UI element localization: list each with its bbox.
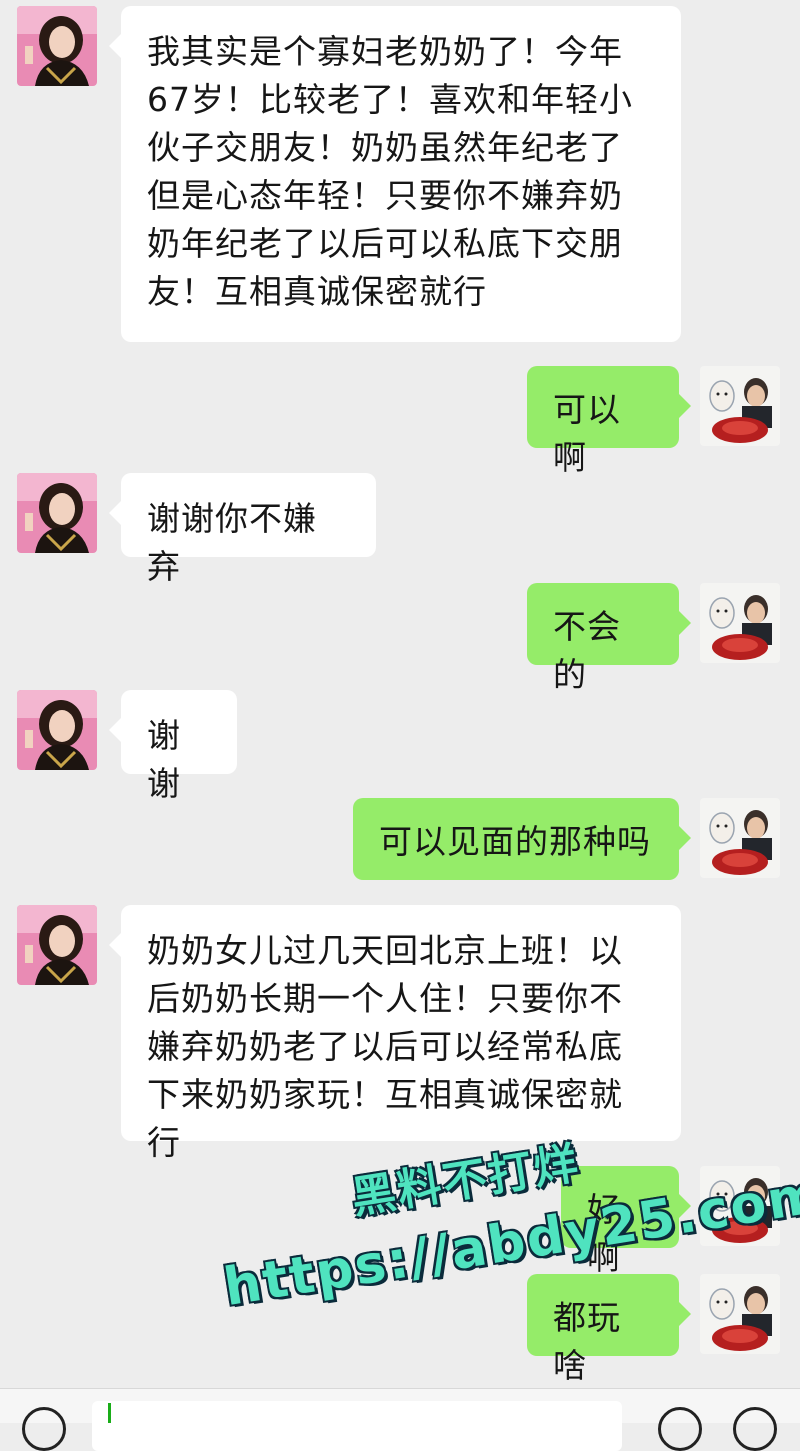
message-bubble-received[interactable]: 谢谢 bbox=[109, 690, 237, 803]
contact-avatar[interactable] bbox=[17, 473, 97, 553]
contact-avatar[interactable] bbox=[17, 905, 97, 985]
message-bubble-sent[interactable]: 可以见面的那种吗 bbox=[353, 798, 691, 880]
text-caret bbox=[108, 1403, 111, 1423]
emoji-icon[interactable] bbox=[658, 1407, 702, 1451]
user-avatar[interactable] bbox=[700, 798, 780, 878]
message-bubble-received[interactable]: 谢谢你不嫌弃 bbox=[109, 473, 376, 586]
message-input[interactable] bbox=[92, 1401, 622, 1451]
contact-avatar[interactable] bbox=[17, 690, 97, 770]
plus-icon[interactable] bbox=[733, 1407, 777, 1451]
voice-icon[interactable] bbox=[22, 1407, 66, 1451]
user-avatar[interactable] bbox=[700, 366, 780, 446]
message-bubble-sent[interactable]: 不会的 bbox=[527, 583, 691, 694]
input-bar bbox=[0, 1388, 800, 1451]
contact-avatar[interactable] bbox=[17, 6, 97, 86]
message-bubble-sent[interactable]: 可以啊 bbox=[527, 366, 691, 477]
message-bubble-received[interactable]: 我其实是个寡妇老奶奶了！今年 67岁！比较老了！喜欢和年轻小伙子交朋友！奶奶虽然… bbox=[109, 6, 681, 342]
user-avatar[interactable] bbox=[700, 583, 780, 663]
